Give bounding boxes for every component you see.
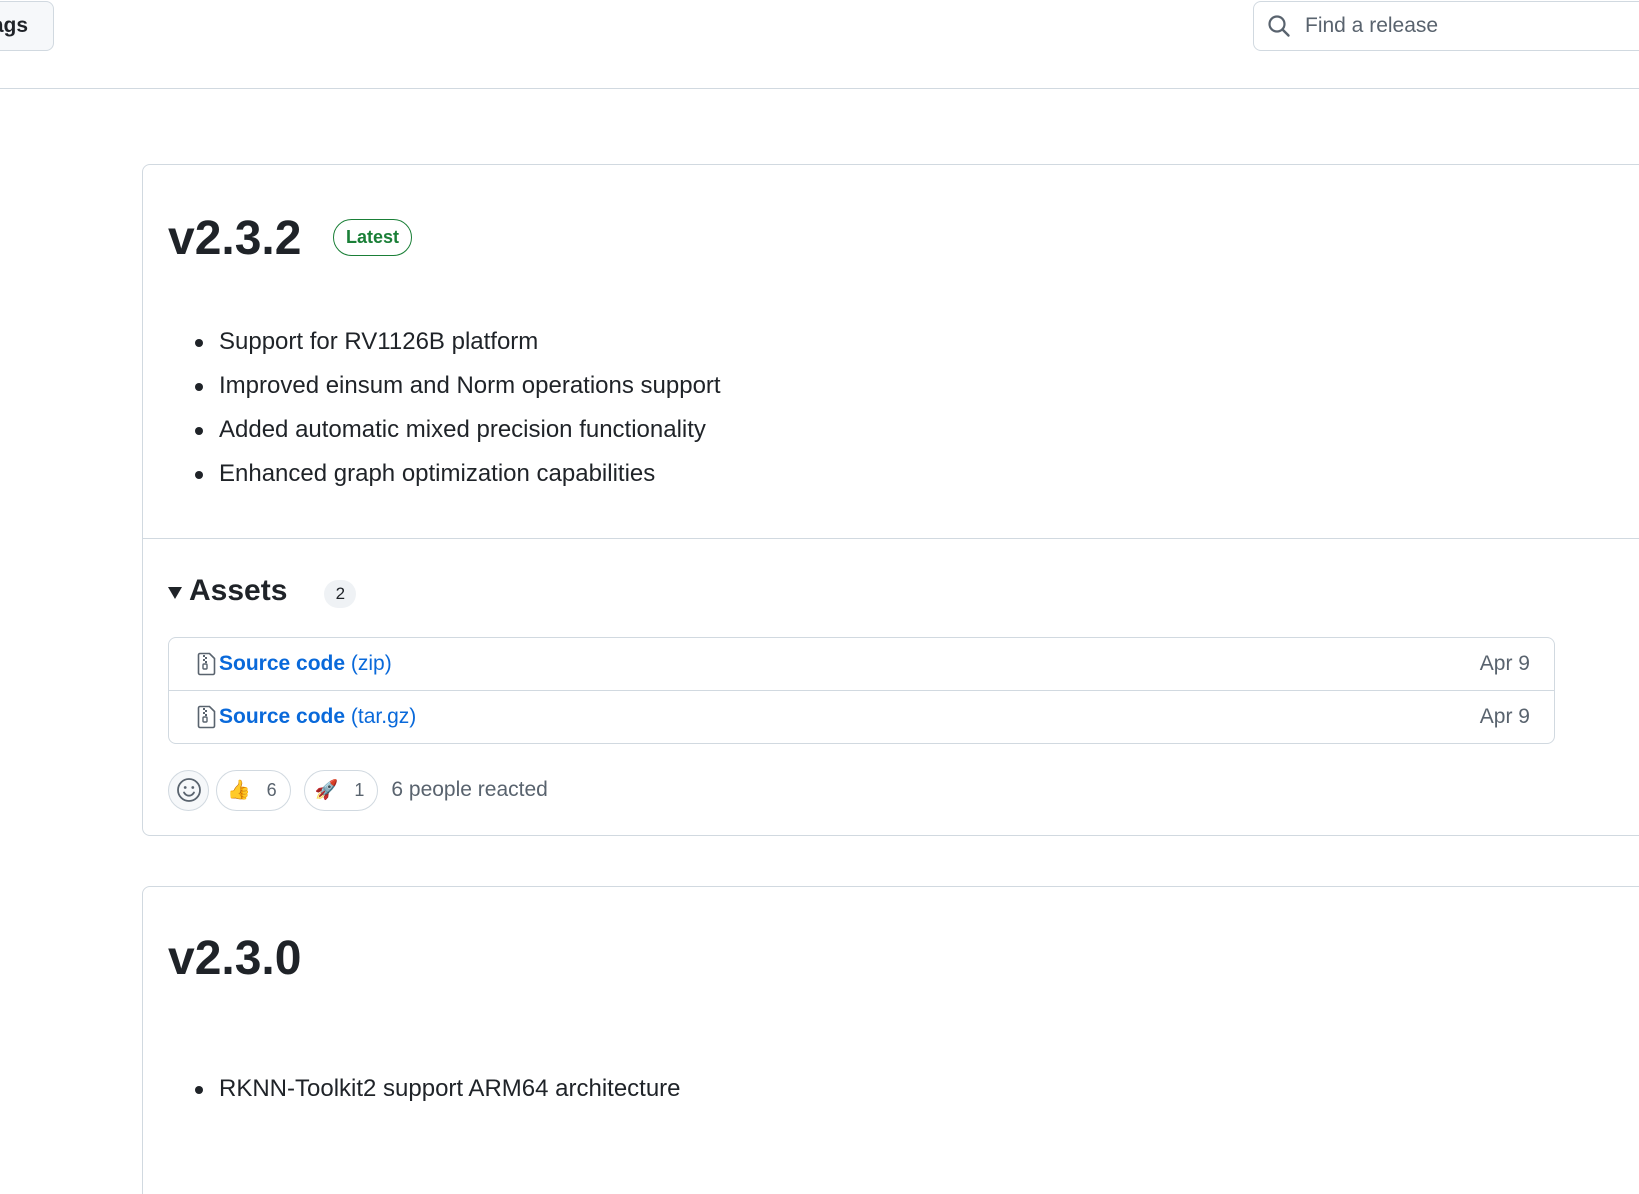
latest-badge: Latest xyxy=(333,219,413,256)
search-icon xyxy=(1268,15,1290,37)
add-reaction-button[interactable] xyxy=(168,769,209,811)
asset-extension: (tar.gz) xyxy=(350,705,417,728)
assets-list: Source code (zip) Apr 9 Source code (tar… xyxy=(168,637,1555,744)
release-notes: Support for RV1126B platform Improved ei… xyxy=(195,320,721,496)
reaction-count: 1 xyxy=(354,779,365,800)
asset-row: Source code (tar.gz) Apr 9 xyxy=(169,690,1554,743)
release-note-item: Improved einsum and Norm operations supp… xyxy=(195,364,721,408)
release-title[interactable]: v2.3.2 xyxy=(168,215,301,263)
assets-toggle[interactable]: Assets 2 xyxy=(168,573,357,609)
tags-button[interactable]: ags xyxy=(0,1,54,51)
release-card: v2.3.2 Latest Support for RV1126B platfo… xyxy=(142,164,1639,836)
file-zip-icon xyxy=(197,705,216,729)
release-title[interactable]: v2.3.0 xyxy=(168,935,301,983)
release-note-item: Support for RV1126B platform xyxy=(195,320,721,364)
release-note-item: RKNN-Toolkit2 support ARM64 architecture xyxy=(195,1067,681,1111)
triangle-down-icon xyxy=(168,586,182,599)
asset-date: Apr 9 xyxy=(1479,705,1530,728)
file-zip-icon xyxy=(197,652,216,676)
reactions-bar: 👍 6 🚀 1 6 people reacted xyxy=(168,769,548,811)
release-notes: RKNN-Toolkit2 support ARM64 architecture xyxy=(195,1067,681,1111)
reaction-rocket-button[interactable]: 🚀 1 xyxy=(303,769,379,811)
release-note-item: Added automatic mixed precision function… xyxy=(195,408,721,452)
assets-count-badge: 2 xyxy=(324,580,357,608)
asset-row: Source code (zip) Apr 9 xyxy=(169,638,1554,690)
assets-heading: Assets xyxy=(189,574,288,607)
find-release-search[interactable] xyxy=(1253,1,1639,51)
reaction-count: 6 xyxy=(266,779,277,800)
asset-extension: (zip) xyxy=(350,652,392,675)
asset-download-link[interactable]: Source code (tar.gz) xyxy=(219,705,416,729)
search-input[interactable] xyxy=(1305,14,1605,38)
asset-name: Source code xyxy=(219,705,346,728)
release-note-item: Enhanced graph optimization capabilities xyxy=(195,452,721,496)
reactions-summary[interactable]: 6 people reacted xyxy=(391,778,547,802)
asset-date: Apr 9 xyxy=(1479,652,1530,675)
thumbs-up-icon: 👍 xyxy=(227,780,251,801)
reaction-thumbs-up-button[interactable]: 👍 6 xyxy=(216,769,291,811)
section-divider xyxy=(143,538,1639,539)
asset-name: Source code xyxy=(219,652,346,675)
asset-download-link[interactable]: Source code (zip) xyxy=(219,652,392,676)
release-card: v2.3.0 RKNN-Toolkit2 support ARM64 archi… xyxy=(142,886,1639,1194)
smiley-icon xyxy=(176,778,201,802)
releases-page: ags v2.3.2 Latest Support for RV1126B pl… xyxy=(0,0,1639,1194)
releases-toolbar: ags xyxy=(0,0,1639,89)
rocket-icon: 🚀 xyxy=(314,780,339,801)
